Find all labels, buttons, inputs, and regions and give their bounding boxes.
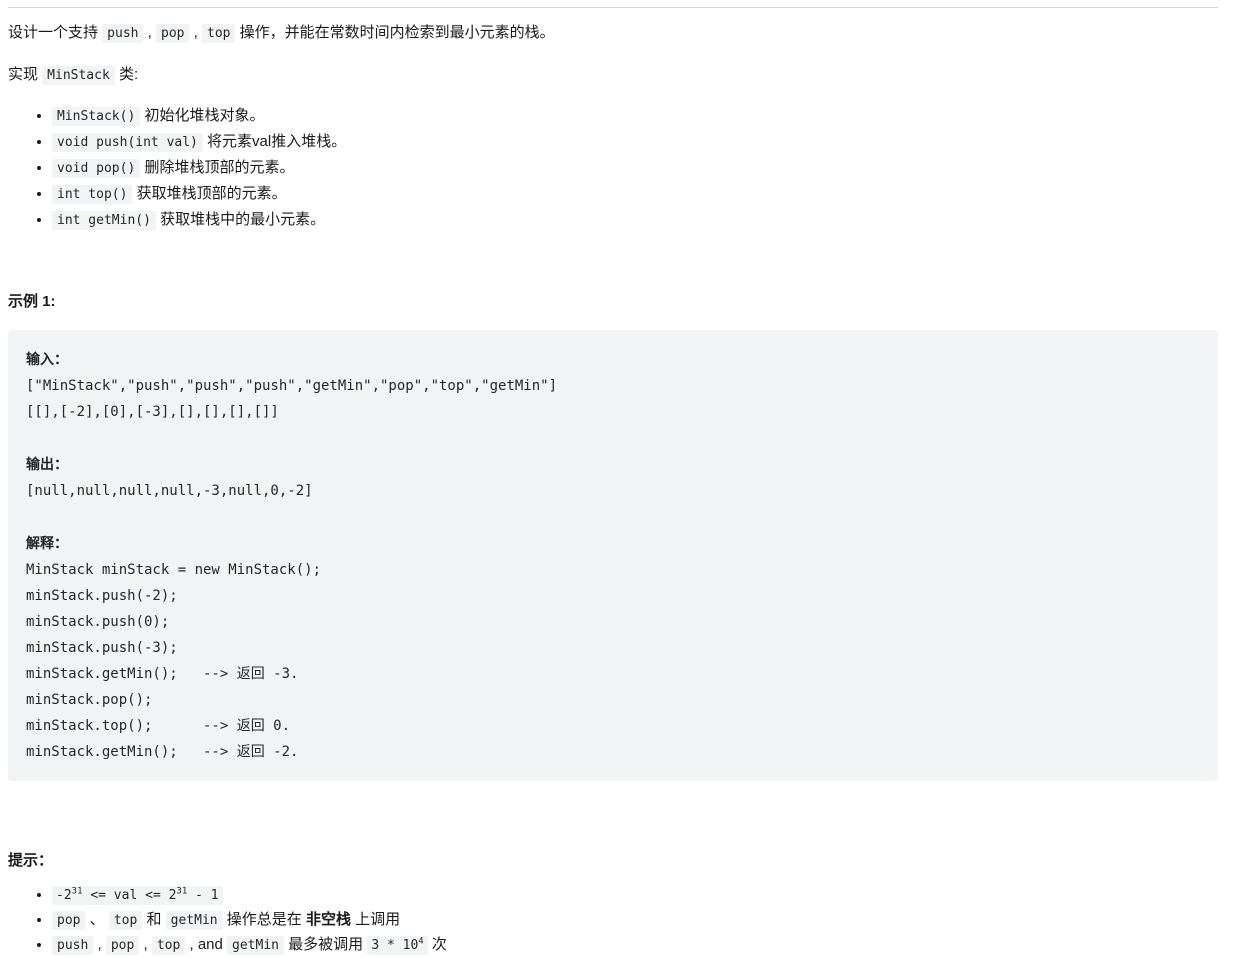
input-line-2: [[],[-2],[0],[-3],[],[],[],[]] bbox=[26, 404, 279, 420]
range-middle: <= val <= 2 bbox=[82, 888, 177, 903]
hint-code-pop: pop bbox=[52, 911, 86, 930]
list-item: void push(int val) 将元素val推入堆栈。 bbox=[52, 129, 1233, 155]
content-body: 设计一个支持 push , pop , top 操作，并能在常数时间内检索到最小… bbox=[0, 18, 1233, 958]
list-item: int getMin() 获取堆栈中的最小元素。 bbox=[52, 207, 1233, 233]
range-suffix: - 1 bbox=[187, 888, 219, 903]
intro-suffix-text: 操作，并能在常数时间内检索到最小元素的栈。 bbox=[235, 24, 555, 41]
hint-call-limit: 3 * 104 bbox=[367, 936, 428, 955]
input-line-1: ["MinStack","push","push","push","getMin… bbox=[26, 378, 558, 394]
hints-title: 提示： bbox=[8, 852, 54, 869]
implement-suffix-text: 类: bbox=[114, 66, 139, 83]
hint-code-getmin: getMin bbox=[227, 936, 284, 955]
hint-separator: , bbox=[139, 936, 152, 953]
implement-paragraph: 实现 MinStack 类: bbox=[0, 60, 1233, 91]
implement-prefix-text: 实现 bbox=[8, 66, 43, 83]
method-signature-getmin: int getMin() bbox=[52, 211, 156, 230]
explain-line: minStack.push(-3); bbox=[26, 640, 178, 656]
method-signature-pop: void pop() bbox=[52, 159, 141, 178]
hint-separator: 、 bbox=[85, 911, 109, 928]
example-section: 示例 1: 输入： ["MinStack","push","push","pus… bbox=[0, 292, 1233, 781]
hint-separator: , bbox=[93, 936, 106, 953]
explain-line: minStack.pop(); bbox=[26, 692, 153, 708]
output-label: 输出： bbox=[26, 456, 68, 472]
explain-label: 解释： bbox=[26, 535, 68, 551]
input-label: 输入： bbox=[26, 351, 68, 367]
inline-code-minstack-class: MinStack bbox=[42, 66, 115, 85]
inline-code-top: top bbox=[202, 24, 236, 43]
list-item: int top() 获取堆栈顶部的元素。 bbox=[52, 181, 1233, 207]
problem-description-page: 设计一个支持 push , pop , top 操作，并能在常数时间内检索到最小… bbox=[0, 0, 1233, 955]
hint-text: 上调用 bbox=[350, 911, 401, 928]
intro-paragraph: 设计一个支持 push , pop , top 操作，并能在常数时间内检索到最小… bbox=[0, 18, 1233, 49]
hint-text: 操作总是在 bbox=[222, 911, 306, 928]
hint-code-push: push bbox=[52, 936, 94, 955]
inline-code-pop: pop bbox=[156, 24, 190, 43]
hint-code-top: top bbox=[108, 911, 143, 930]
hints-section: 提示： -231 <= val <= 231 - 1 pop 、 top 和 g… bbox=[0, 851, 1233, 958]
list-item: MinStack() 初始化堆栈对象。 bbox=[52, 103, 1233, 129]
method-description: 初始化堆栈对象。 bbox=[140, 107, 265, 124]
range-prefix: -2 bbox=[56, 888, 72, 903]
hint-code-pop: pop bbox=[105, 936, 140, 955]
intro-separator-1: , bbox=[143, 24, 156, 41]
hint-text: 次 bbox=[427, 936, 447, 953]
hint-constraint-range: -231 <= val <= 231 - 1 bbox=[52, 886, 223, 905]
call-limit-value: 3 * 10 bbox=[371, 938, 419, 953]
explain-line: minStack.getMin(); --> 返回 -2. bbox=[26, 744, 299, 760]
hint-code-getmin: getMin bbox=[165, 911, 223, 930]
hint-code-top: top bbox=[151, 936, 186, 955]
hint-separator: , and bbox=[185, 936, 228, 953]
hint-separator: 和 bbox=[142, 911, 166, 928]
range-exponent-1: 31 bbox=[71, 886, 83, 897]
list-item: pop 、 top 和 getMin 操作总是在 非空栈 上调用 bbox=[52, 908, 1233, 933]
method-signature-top: int top() bbox=[52, 185, 133, 204]
explain-line: minStack.push(-2); bbox=[26, 588, 178, 604]
explain-line: minStack.top(); --> 返回 0. bbox=[26, 718, 291, 734]
explain-line: MinStack minStack = new MinStack(); bbox=[26, 562, 322, 578]
intro-separator-2: , bbox=[189, 24, 202, 41]
method-signature-push: void push(int val) bbox=[52, 133, 203, 152]
method-signature-constructor: MinStack() bbox=[52, 107, 141, 126]
range-exponent-2: 31 bbox=[176, 886, 188, 897]
intro-prefix-text: 设计一个支持 bbox=[8, 24, 103, 41]
explain-line: minStack.getMin(); --> 返回 -3. bbox=[26, 666, 299, 682]
method-description: 删除堆栈顶部的元素。 bbox=[140, 159, 295, 176]
example-title: 示例 1: bbox=[8, 293, 56, 310]
list-item: -231 <= val <= 231 - 1 bbox=[52, 883, 1233, 908]
explain-line: minStack.push(0); bbox=[26, 614, 170, 630]
method-description: 获取堆栈中的最小元素。 bbox=[155, 211, 326, 228]
methods-list: MinStack() 初始化堆栈对象。 void push(int val) 将… bbox=[0, 103, 1233, 233]
top-divider bbox=[8, 7, 1218, 8]
example-code-block: 输入： ["MinStack","push","push","push","ge… bbox=[8, 330, 1218, 781]
list-item: void pop() 删除堆栈顶部的元素。 bbox=[52, 155, 1233, 181]
hint-text: 最多被调用 bbox=[283, 936, 368, 953]
output-line: [null,null,null,null,-3,null,0,-2] bbox=[26, 483, 313, 499]
list-item: push , pop , top , and getMin 最多被调用 3 * … bbox=[52, 933, 1233, 958]
inline-code-push: push bbox=[102, 24, 144, 43]
method-description: 将元素val推入堆栈。 bbox=[202, 133, 347, 150]
call-limit-exponent: 4 bbox=[418, 936, 424, 947]
hint-emphasis-nonempty-stack: 非空栈 bbox=[305, 911, 351, 928]
method-description: 获取堆栈顶部的元素。 bbox=[132, 185, 287, 202]
